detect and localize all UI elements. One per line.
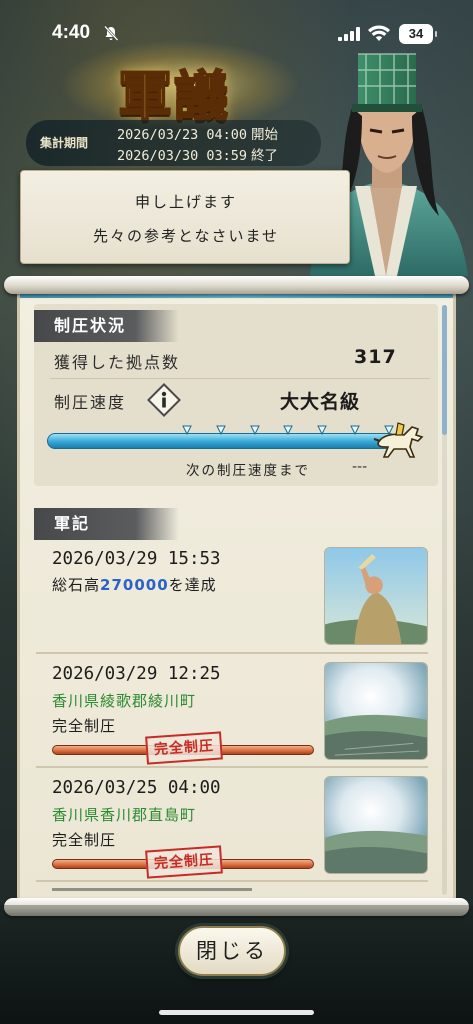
record-location: 香川県綾歌郡綾川町 bbox=[52, 692, 197, 710]
record-separator bbox=[36, 880, 428, 882]
period-end: 2026/03/30 03:59 終了 bbox=[117, 144, 278, 164]
record-status: 完全制圧 bbox=[52, 717, 117, 735]
progress-marker bbox=[350, 425, 360, 435]
home-indicator bbox=[159, 1010, 314, 1015]
progress-marker bbox=[283, 425, 293, 435]
period-label: 集計期間 bbox=[40, 136, 89, 150]
speech-line-2: 先々の参考となさいませ bbox=[92, 227, 280, 245]
conquest-complete-stamp: 完全制圧 bbox=[145, 845, 223, 879]
captured-label: 獲得した拠点数 bbox=[54, 353, 181, 372]
progress-marker bbox=[216, 425, 226, 435]
conquest-progress-track bbox=[47, 433, 397, 449]
progress-marker bbox=[182, 425, 192, 435]
list-item[interactable]: 2026/03/29 15:53 総石高270000を達成 bbox=[34, 545, 438, 653]
bell-muted-icon bbox=[104, 25, 119, 41]
progress-marker bbox=[250, 425, 260, 435]
record-number: 270000 bbox=[100, 576, 169, 594]
record-separator bbox=[36, 766, 428, 768]
panel-scrollbar[interactable] bbox=[442, 305, 447, 895]
record-thumbnail bbox=[324, 662, 428, 760]
progress-marker bbox=[317, 425, 327, 435]
horse-rider-icon bbox=[373, 422, 424, 458]
list-item[interactable]: 2026/03/29 12:25 香川県綾歌郡綾川町 完全制圧 完全制圧 bbox=[34, 660, 438, 766]
next-record-peek-text bbox=[52, 888, 252, 891]
record-text-prefix: 総石高 bbox=[52, 576, 101, 594]
speech-line-1: 申し上げます bbox=[134, 193, 237, 211]
speed-value: 大大名級 bbox=[280, 391, 361, 413]
section-title-conquest: 制圧状況 bbox=[34, 310, 179, 342]
record-date: 2026/03/29 15:53 bbox=[52, 549, 221, 569]
next-record-peek bbox=[52, 888, 272, 896]
next-speed-value: --- bbox=[352, 459, 368, 475]
record-text: 総石高270000を達成 bbox=[52, 574, 217, 595]
record-location: 香川県香川郡直島町 bbox=[52, 806, 197, 824]
signal-icon bbox=[338, 27, 360, 41]
record-date: 2026/03/25 04:00 bbox=[52, 778, 221, 798]
record-date: 2026/03/29 12:25 bbox=[52, 664, 221, 684]
info-icon[interactable] bbox=[147, 383, 181, 417]
speed-label: 制圧速度 bbox=[54, 393, 127, 412]
scroll-rod-top bbox=[4, 276, 469, 294]
scrollbar-thumb[interactable] bbox=[442, 305, 447, 435]
conquest-complete-stamp: 完全制圧 bbox=[145, 731, 223, 765]
row-divider bbox=[50, 378, 430, 379]
period-start-suffix: 開始 bbox=[251, 127, 279, 143]
record-status: 完全制圧 bbox=[52, 831, 117, 849]
record-separator bbox=[36, 652, 428, 654]
record-thumbnail bbox=[324, 547, 428, 645]
section-title-records: 軍記 bbox=[34, 508, 179, 540]
close-button[interactable]: 閉じる bbox=[178, 926, 286, 976]
list-item[interactable]: 2026/03/25 04:00 香川県香川郡直島町 完全制圧 完全制圧 bbox=[34, 774, 438, 880]
record-text-suffix: を達成 bbox=[168, 576, 217, 594]
captured-value: 317 bbox=[354, 346, 397, 368]
period-start: 2026/03/23 04:00 開始 bbox=[117, 123, 278, 143]
record-thumbnail bbox=[324, 776, 428, 874]
battery-indicator: 34 bbox=[399, 24, 437, 44]
period-end-suffix: 終了 bbox=[251, 148, 279, 164]
period-start-datetime: 2026/03/23 04:00 bbox=[117, 127, 248, 143]
advisor-speech-box: 申し上げます 先々の参考となさいませ bbox=[20, 170, 350, 264]
next-speed-label: 次の制圧速度まで bbox=[186, 463, 310, 479]
wifi-icon bbox=[368, 25, 390, 41]
period-end-datetime: 2026/03/30 03:59 bbox=[117, 148, 248, 164]
